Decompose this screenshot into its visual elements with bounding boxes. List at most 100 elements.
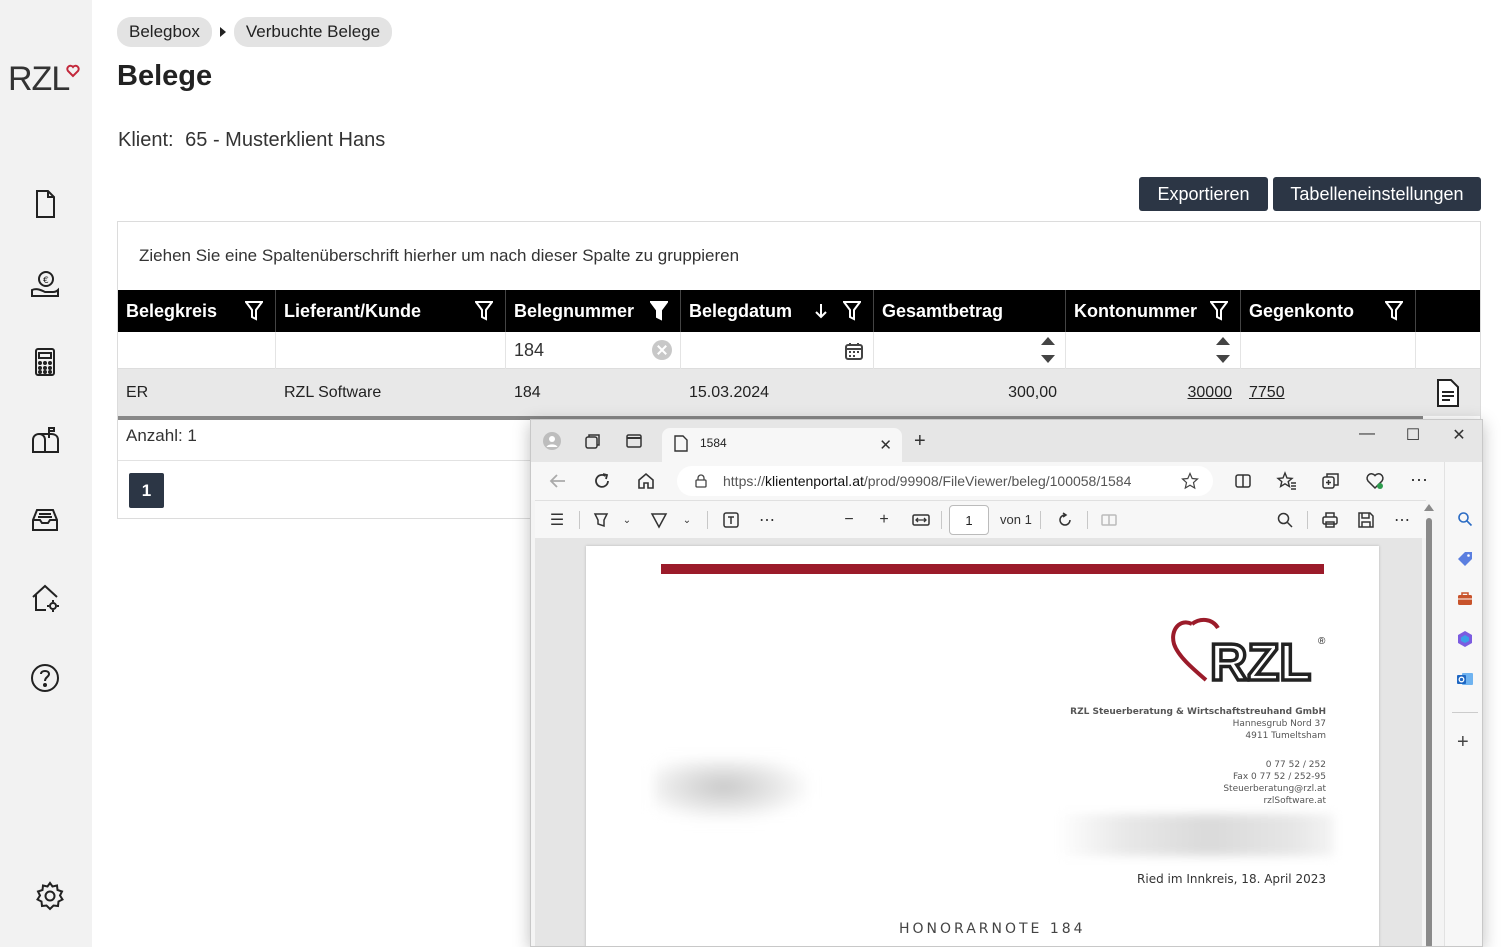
browser-essentials-icon[interactable] [1364,470,1386,492]
search-icon[interactable] [1275,510,1295,530]
kontonummer-link[interactable]: 30000 [1188,384,1233,402]
save-icon[interactable] [1356,510,1376,530]
calculator-icon[interactable] [26,343,64,381]
column-header-belegnummer[interactable]: Belegnummer [506,290,681,332]
outlook-icon[interactable] [1456,670,1474,688]
document-icon[interactable] [26,185,64,223]
help-icon[interactable] [26,659,64,697]
collections-icon[interactable] [1320,470,1342,492]
office-icon[interactable] [1456,630,1474,648]
maximize-icon[interactable]: ☐ [1398,425,1428,445]
url-host: klientenportal.at [765,473,864,489]
inbox-tray-icon[interactable] [26,500,64,538]
page-view-icon[interactable] [1099,510,1119,530]
column-header-gegenkonto[interactable]: Gegenkonto [1241,290,1416,332]
filter-icon[interactable] [1385,301,1403,321]
tools-briefcase-icon[interactable] [1456,590,1474,608]
table-row[interactable]: ER RZL Software 184 15.03.2024 300,00 30… [118,369,1480,416]
new-tab-icon[interactable]: + [914,431,926,451]
browser-tab[interactable]: 1584 ✕ [662,428,902,462]
close-tab-icon[interactable]: ✕ [879,436,892,454]
column-header-gesamtbetrag[interactable]: Gesamtbetrag [874,290,1066,332]
more-tools-icon[interactable]: ⋯ [757,510,777,530]
money-hand-icon[interactable]: € [26,265,64,303]
zoom-out-icon[interactable]: − [839,510,859,530]
minimize-icon[interactable]: — [1352,425,1382,443]
filter-cell-belegkreis[interactable] [118,332,276,369]
scroll-thumb[interactable] [1426,518,1432,946]
redacted-recipient [654,760,809,820]
home-settings-icon[interactable] [26,579,64,617]
shopping-tag-icon[interactable] [1456,550,1474,568]
column-header-lieferant[interactable]: Lieferant/Kunde [276,290,506,332]
filter-icon[interactable] [1210,301,1228,321]
pdf-more-icon[interactable]: ⋯ [1392,510,1412,530]
close-window-icon[interactable]: ✕ [1444,425,1474,445]
settings-gear-icon[interactable] [31,877,69,915]
filter-row: 184 [118,332,1480,369]
text-box-icon[interactable] [721,510,741,530]
filter-icon[interactable] [245,301,263,321]
breadcrumb-verbuchte-belege[interactable]: Verbuchte Belege [233,17,393,47]
group-panel-hint[interactable]: Ziehen Sie eine Spaltenüberschrift hierh… [139,246,739,266]
column-header-belegdatum[interactable]: Belegdatum [681,290,874,332]
favorite-star-icon[interactable] [1181,472,1199,490]
column-header-kontonummer[interactable]: Kontonummer [1066,290,1241,332]
grid-header: Belegkreis Lieferant/Kunde Belegnummer B… [118,290,1480,332]
view-document-icon[interactable] [1436,378,1460,408]
column-title: Belegdatum [689,300,793,321]
chevron-down-icon[interactable]: ⌄ [617,510,637,530]
home-icon[interactable] [635,470,657,492]
favorites-icon[interactable] [1276,470,1298,492]
pdf-viewport[interactable]: RZL ® RZL Steuerberatung & Wirtschaftstr… [535,538,1422,946]
gegenkonto-link[interactable]: 7750 [1249,384,1285,402]
add-sidebar-app-icon[interactable]: + [1457,732,1469,752]
filter-cell-belegdatum[interactable] [681,332,874,369]
filter-active-icon[interactable] [650,301,668,321]
profile-icon[interactable] [542,431,562,451]
number-spinner-icon[interactable] [1041,337,1055,363]
fit-width-icon[interactable] [911,510,931,530]
filter-cell-belegnummer[interactable]: 184 [506,332,681,369]
document-date: Ried im Innkreis, 18. April 2023 [1137,872,1326,886]
sort-descending-icon[interactable] [815,303,827,319]
heart-logo-icon [66,64,80,78]
search-icon[interactable] [1456,510,1474,528]
filter-icon[interactable] [843,301,861,321]
page-button-1[interactable]: 1 [129,473,164,508]
filter-cell-gegenkonto[interactable] [1241,332,1416,369]
chevron-down-icon[interactable]: ⌄ [677,510,697,530]
vertical-tabs-icon[interactable] [624,431,644,451]
filter-cell-lieferant[interactable] [276,332,506,369]
back-icon[interactable] [547,470,569,492]
page-number-input[interactable]: 1 [949,505,989,535]
more-options-icon[interactable]: ⋯ [1408,470,1430,492]
print-icon[interactable] [1320,510,1340,530]
filter-input-belegnummer[interactable]: 184 [514,340,544,361]
svg-text:®: ® [1318,636,1326,647]
vertical-scrollbar[interactable] [1424,504,1434,946]
mailbox-icon[interactable] [26,421,64,459]
contents-icon[interactable]: ☰ [547,510,567,530]
rotate-icon[interactable] [1055,510,1075,530]
company-street: Hannesgrub Nord 37 [1232,719,1326,729]
filter-cell-kontonummer[interactable] [1066,332,1241,369]
draw-icon[interactable] [649,510,669,530]
url-field[interactable]: https://klientenportal.at/prod/99908/Fil… [677,466,1213,496]
zoom-in-icon[interactable]: + [874,510,894,530]
filter-cell-gesamtbetrag[interactable] [874,332,1066,369]
column-header-belegkreis[interactable]: Belegkreis [118,290,276,332]
filter-icon[interactable] [475,301,493,321]
scroll-up-icon[interactable] [1424,504,1434,511]
highlight-icon[interactable] [591,510,611,530]
split-screen-icon[interactable] [1232,470,1254,492]
clear-filter-icon[interactable] [652,340,672,360]
calendar-icon[interactable] [845,342,863,360]
lock-icon[interactable] [695,474,707,488]
table-settings-button[interactable]: Tabelleneinstellungen [1273,177,1481,211]
export-button[interactable]: Exportieren [1139,177,1268,211]
workspaces-icon[interactable] [583,431,603,451]
breadcrumb-belegbox[interactable]: Belegbox [117,17,212,47]
number-spinner-icon[interactable] [1216,337,1230,363]
refresh-icon[interactable] [591,470,613,492]
